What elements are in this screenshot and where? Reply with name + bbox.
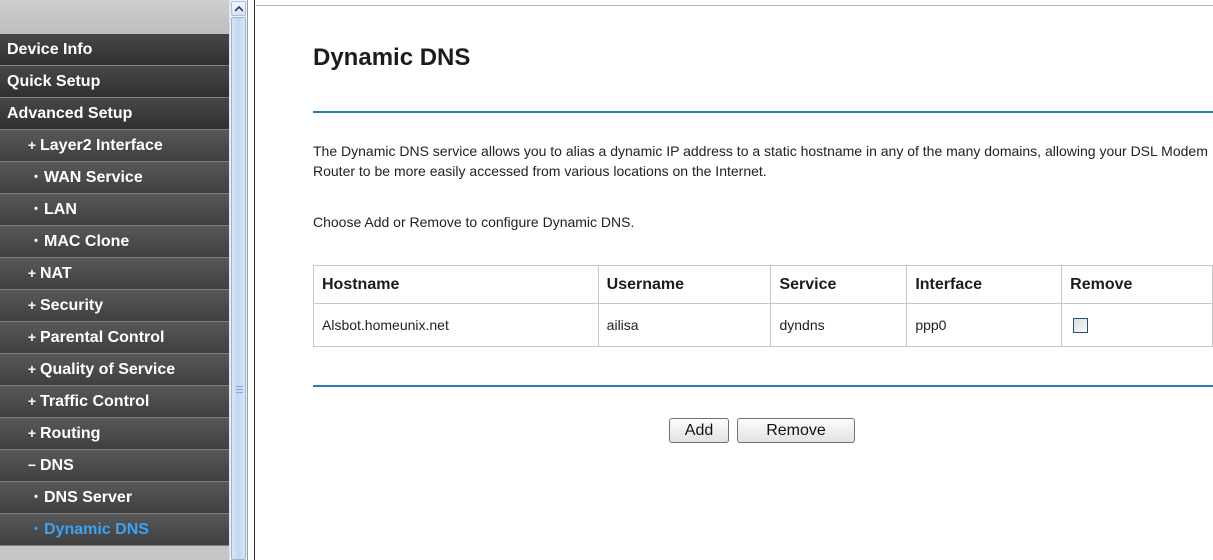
sidebar-item-label: MAC Clone [44,233,130,250]
sidebar-item-wan-service[interactable]: • WAN Service [0,162,229,194]
frame-divider [247,0,256,560]
sidebar-item-mac-clone[interactable]: • MAC Clone [0,226,229,258]
username-cell: ailisa [597,303,772,347]
expand-plus-icon: + [27,265,37,281]
bullet-icon: • [34,203,38,215]
sidebar-item-label: NAT [40,265,72,282]
scroll-up-button[interactable] [231,1,246,16]
column-header-remove: Remove [1061,265,1213,304]
sidebar-item-security[interactable]: + Security [0,290,229,322]
service-cell: dyndns [770,303,908,347]
sidebar-item-label: Security [40,297,104,314]
sidebar-item-label: Advanced Setup [7,105,133,122]
sidebar-item-traffic-control[interactable]: + Traffic Control [0,386,229,418]
sidebar-item-lan[interactable]: • LAN [0,194,229,226]
sidebar-item-quality-of-service[interactable]: + Quality of Service [0,354,229,386]
expand-plus-icon: + [27,425,37,441]
sidebar-item-routing[interactable]: + Routing [0,418,229,450]
chevron-up-icon [235,6,243,12]
sidebar-item-label: Parental Control [40,329,165,346]
hostname-cell: Alsbot.homeunix.net [313,303,599,347]
sidebar-item-label: Layer2 Interface [40,137,163,154]
column-header-interface: Interface [906,265,1063,304]
scrollbar-thumb[interactable] [231,17,246,560]
sidebar-item-label: Quality of Service [40,361,176,378]
add-button[interactable]: Add [669,418,729,443]
sidebar-nav: Device Info Quick Setup Advanced Setup +… [0,0,229,560]
sidebar-item-label: DNS [40,457,74,474]
divider-line [313,385,1213,387]
collapse-minus-icon: − [27,457,37,473]
sidebar-item-dynamic-dns[interactable]: • Dynamic DNS [0,514,229,546]
sidebar-item-nat[interactable]: + NAT [0,258,229,290]
sidebar-item-label: Device Info [7,41,93,58]
expand-plus-icon: + [27,361,37,377]
expand-plus-icon: + [27,297,37,313]
remove-checkbox[interactable] [1073,318,1089,334]
sidebar-header-strip [0,0,229,34]
page-description: The Dynamic DNS service allows you to al… [313,143,1208,179]
expand-plus-icon: + [27,329,37,345]
sidebar-item-label: WAN Service [44,169,143,186]
sidebar-scrollbar[interactable] [229,0,247,560]
sidebar-item-dns-server[interactable]: • DNS Server [0,482,229,514]
sidebar-item-quick-setup[interactable]: Quick Setup [0,66,229,98]
grip-icon [236,386,243,395]
sidebar-item-label: Routing [40,425,101,442]
sidebar-item-label: Traffic Control [40,393,150,410]
sidebar-item-dns[interactable]: − DNS [0,450,229,482]
bullet-icon: • [34,171,38,183]
table-header-row: Hostname Username Service Interface Remo… [313,265,1213,304]
sidebar-item-label: Dynamic DNS [44,521,149,538]
page-title: Dynamic DNS [313,44,471,71]
sidebar-item-label: DNS Server [44,489,133,506]
sidebar-item-label: Quick Setup [7,73,101,90]
main-content: Dynamic DNS The Dynamic DNS service allo… [256,0,1213,560]
bullet-icon: • [34,235,38,247]
page-instruction: Choose Add or Remove to configure Dynami… [313,214,635,230]
remove-cell [1061,303,1213,347]
ddns-table: Hostname Username Service Interface Remo… [313,265,1213,347]
column-header-service: Service [770,265,908,304]
sidebar-item-device-info[interactable]: Device Info [0,34,229,66]
nav-menu: Device Info Quick Setup Advanced Setup +… [0,34,229,546]
remove-button[interactable]: Remove [737,418,855,443]
divider-line [313,111,1213,113]
bullet-icon: • [34,491,38,503]
sidebar-item-parental-control[interactable]: + Parental Control [0,322,229,354]
bullet-icon: • [34,523,38,535]
expand-plus-icon: + [27,137,37,153]
table-row: Alsbot.homeunix.net ailisa dyndns ppp0 [313,303,1213,347]
column-header-hostname: Hostname [313,265,599,304]
sidebar-item-layer2-interface[interactable]: + Layer2 Interface [0,130,229,162]
sidebar-item-label: LAN [44,201,77,218]
column-header-username: Username [597,265,772,304]
interface-cell: ppp0 [906,303,1063,347]
sidebar-item-advanced-setup[interactable]: Advanced Setup [0,98,229,130]
expand-plus-icon: + [27,393,37,409]
